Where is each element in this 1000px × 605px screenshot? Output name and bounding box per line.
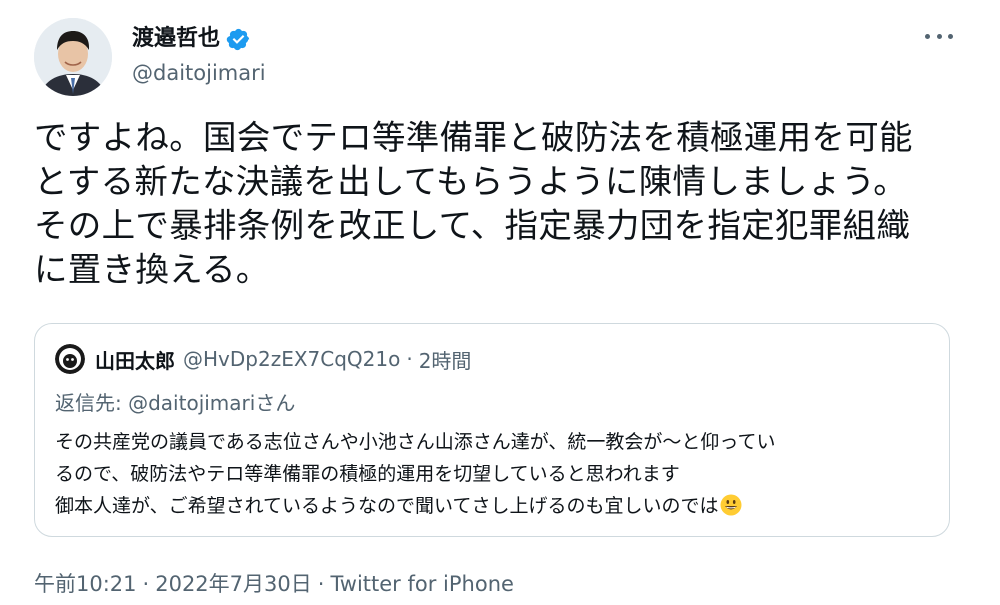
separator-dot: ·	[406, 347, 413, 371]
reply-prefix: 返信先:	[55, 391, 129, 415]
quoted-tweet-card[interactable]: 山田太郎 @HvDp2zEX7CqQ21o · 2時間 返信先: @daitoj…	[34, 323, 950, 537]
more-options-icon[interactable]	[925, 26, 953, 46]
tweet-text-line: その上で暴排条例を改正して、指定暴力団を指定犯罪組織	[34, 206, 911, 245]
quoted-text-line: その共産党の議員である志位さんや小池さん山添さん達が、統一教会が〜と仰ってい	[55, 431, 776, 453]
tweet-time[interactable]: 午前10:21	[34, 572, 137, 596]
quoted-tweet-time[interactable]: 2時間	[419, 345, 472, 374]
verified-badge-icon	[226, 27, 251, 52]
tweet-metadata: 午前10:21 · 2022年7月30日 · Twitter for iPhone	[34, 568, 514, 598]
reply-to-handle-link[interactable]: @daitojimari	[128, 391, 255, 415]
author-handle[interactable]: @daitojimari	[132, 60, 266, 86]
tweet-text-line: に置き換える。	[34, 250, 270, 289]
tweet-text-line: とする新たな決議を出してもらうように陳情しましょう。	[34, 162, 908, 201]
quoted-author-avatar[interactable]	[55, 344, 85, 374]
tweet-source[interactable]: Twitter for iPhone	[330, 572, 514, 596]
author-avatar-image	[34, 18, 112, 96]
author-avatar[interactable]	[34, 18, 112, 96]
quoted-text-line: 御本人達が、ご希望されているようなので聞いてさし上げるのも宜しいのでは	[55, 490, 935, 522]
separator-dot: ·	[317, 572, 325, 596]
grinning-face-emoji	[720, 494, 742, 516]
reply-to-label: 返信先: @daitojimariさん	[55, 387, 295, 416]
tweet-date[interactable]: 2022年7月30日	[155, 572, 312, 596]
quoted-author-name[interactable]: 山田太郎	[95, 345, 175, 374]
author-display-name[interactable]: 渡邉哲也	[132, 26, 220, 52]
quoted-tweet-text: その共産党の議員である志位さんや小池さん山添さん達が、統一教会が〜と仰ってい る…	[55, 426, 935, 522]
reply-suffix: さん	[255, 391, 296, 415]
separator-dot: ·	[142, 572, 150, 596]
quoted-tweet-header: 山田太郎 @HvDp2zEX7CqQ21o · 2時間	[55, 344, 471, 374]
tweet-text-line: ですよね。国会でテロ等準備罪と破防法を積極運用を可能	[34, 118, 913, 157]
quoted-text-line: るので、破防法やテロ等準備罪の積極的運用を切望していると思われます	[55, 463, 680, 485]
tweet-text: ですよね。国会でテロ等準備罪と破防法を積極運用を可能 とする新たな決議を出しても…	[34, 116, 964, 292]
quoted-author-handle[interactable]: @HvDp2zEX7CqQ21o	[183, 347, 400, 371]
